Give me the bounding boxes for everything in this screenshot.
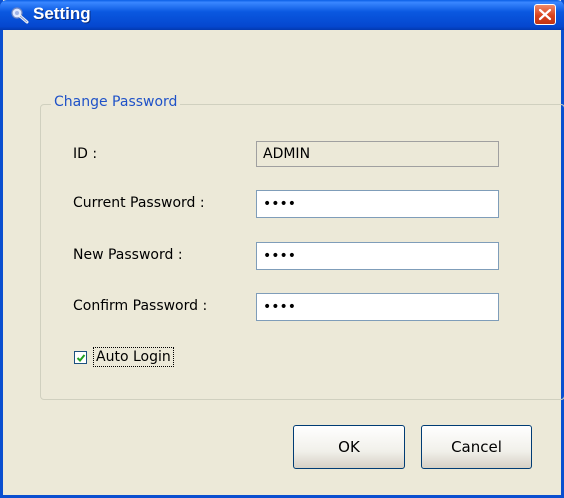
setting-dialog: Setting Change Password ID : ADMIN Curre…	[0, 0, 564, 498]
current-password-label: Current Password :	[73, 195, 205, 211]
title-bar[interactable]: Setting	[0, 0, 564, 30]
window-title: Setting	[33, 4, 91, 23]
close-button[interactable]	[534, 4, 556, 25]
auto-login-label[interactable]: Auto Login	[93, 347, 174, 367]
auto-login-checkbox[interactable]	[74, 351, 87, 364]
setting-icon	[10, 6, 29, 24]
ok-button[interactable]: OK	[293, 425, 405, 469]
confirm-password-label: Confirm Password :	[73, 298, 208, 314]
checkmark-icon	[76, 354, 86, 362]
id-field: ADMIN	[256, 141, 499, 167]
confirm-password-input[interactable]: ••••	[256, 293, 499, 321]
new-password-input[interactable]: ••••	[256, 242, 499, 270]
id-label: ID :	[73, 146, 98, 162]
new-password-label: New Password :	[73, 247, 183, 263]
close-icon	[538, 8, 552, 21]
cancel-button[interactable]: Cancel	[421, 425, 532, 469]
group-title: Change Password	[51, 93, 181, 111]
current-password-input[interactable]: ••••	[256, 190, 499, 218]
